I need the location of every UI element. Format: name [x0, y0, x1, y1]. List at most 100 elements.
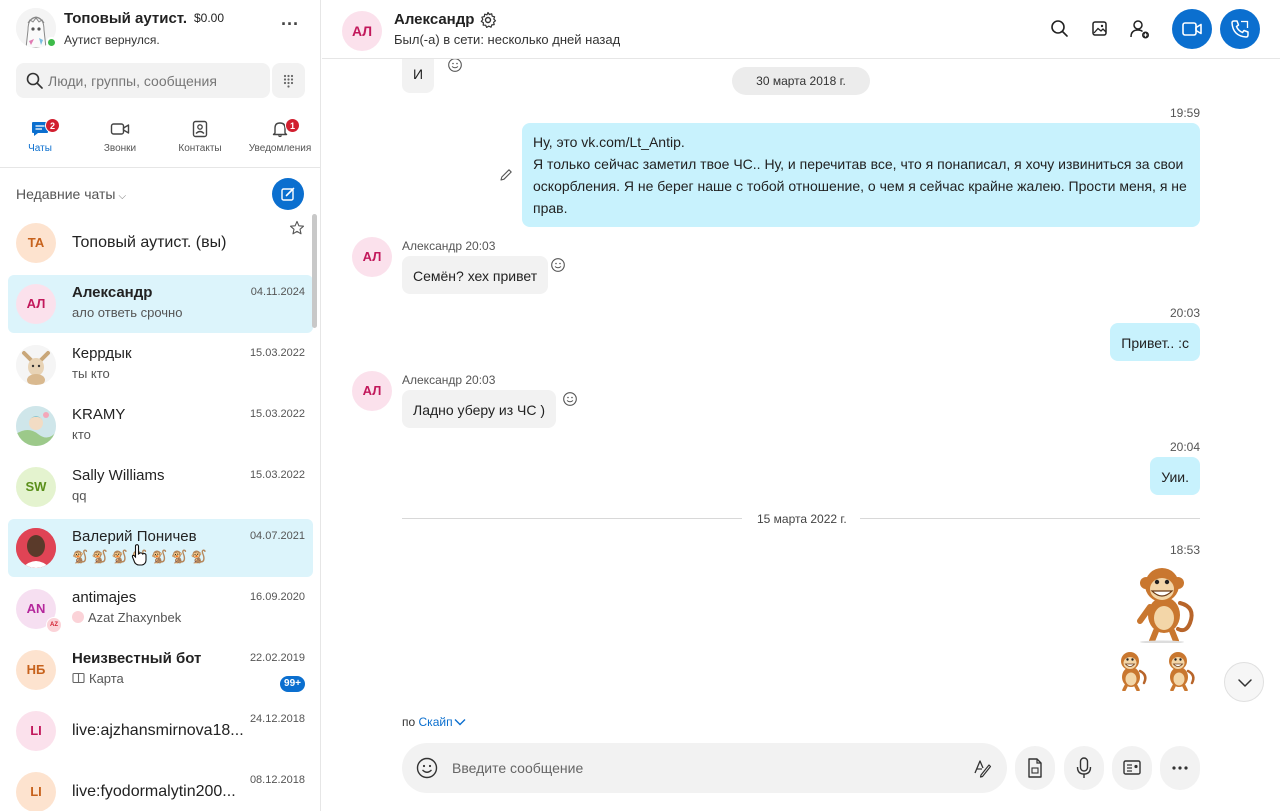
message-bubble-outgoing[interactable]: Уии.: [1150, 457, 1200, 495]
chat-name: Sally Williams: [72, 467, 165, 484]
send-contact-button[interactable]: [1112, 746, 1152, 790]
send-via-skype-label: Скайп: [418, 715, 453, 729]
message-bubble-incoming[interactable]: Ладно уберу из ЧС ): [402, 390, 556, 428]
message-bubble-incoming[interactable]: И: [402, 59, 435, 93]
skype-credit-balance[interactable]: $0.00: [194, 11, 224, 25]
chat-list-scrollbar[interactable]: [312, 214, 317, 328]
avatar: [16, 345, 56, 385]
chevron-down-icon: [1238, 679, 1252, 687]
video-call-button[interactable]: [1172, 9, 1212, 49]
chat-item-live-fyodormalytin[interactable]: LI live:fyodormalytin200... 08.12.2018: [8, 763, 313, 811]
gear-icon[interactable]: [479, 11, 497, 29]
chat-item-antimajes[interactable]: AN AZ antimajes Azat Zhaxynbek 16.09.202…: [8, 580, 313, 638]
compose-icon: [281, 187, 295, 201]
chat-date: 04.11.2024: [250, 286, 305, 298]
pencil-edit-icon[interactable]: [498, 167, 514, 183]
star-favorite-icon[interactable]: [289, 220, 305, 236]
search-box[interactable]: [16, 63, 270, 98]
message-history: И 30 марта 2018 г. 19:59 Ну, это vk.com/…: [322, 59, 1280, 709]
dialpad-button[interactable]: [272, 63, 305, 98]
chat-item-valeriy-ponichev[interactable]: Валерий Поничев 🐒 🐒 🐒 🐒 🐒 🐒 🐒 04.07.2021: [8, 519, 313, 577]
chat-item-kerrdyk[interactable]: Керрдык ты кто 15.03.2022: [8, 336, 313, 394]
chat-list: ТА Топовый аутист. (вы) АЛ Александр ало…: [0, 212, 321, 811]
chat-preview-text: Карта: [89, 671, 124, 686]
emoji-reaction-icon[interactable]: [562, 391, 578, 407]
new-chat-button[interactable]: [272, 178, 304, 210]
video-camera-icon: [110, 123, 130, 135]
chat-date: 16.09.2020: [249, 591, 305, 603]
add-people-button[interactable]: [1122, 11, 1158, 47]
dialpad-icon: [283, 74, 294, 88]
card-icon: [72, 672, 85, 684]
send-file-button[interactable]: [1015, 746, 1055, 790]
avatar: НБ: [16, 650, 56, 690]
message-time: 19:59: [1169, 106, 1200, 120]
message-sender-time: Александр 20:03: [402, 239, 496, 253]
chat-name: Валерий Поничев: [72, 528, 197, 545]
chat-name: live:fyodormalytin200...: [72, 783, 236, 800]
chat-item-sally-williams[interactable]: SW Sally Williams qq 15.03.2022: [8, 458, 313, 516]
monkey-sticker[interactable]: [1124, 563, 1200, 643]
chat-preview: кто: [72, 427, 91, 442]
monkey-sticker[interactable]: [1112, 649, 1150, 691]
recent-chats-dropdown[interactable]: Недавние чаты ⌵: [16, 186, 126, 202]
tab-contacts[interactable]: Контакты: [160, 112, 240, 160]
avatar: LI: [16, 711, 56, 751]
sender-avatar[interactable]: АЛ: [352, 237, 392, 277]
gallery-button[interactable]: [1082, 11, 1118, 47]
chat-date: 04.07.2021: [249, 530, 305, 542]
tab-chats-label: Чаты: [28, 143, 52, 154]
tab-notifications[interactable]: 1 Уведомления: [240, 112, 320, 160]
send-via-skype-dropdown[interactable]: Скайп: [419, 715, 467, 729]
chevron-down-icon: ⌵: [118, 191, 127, 202]
more-options-button[interactable]: ···: [278, 14, 302, 38]
chat-item-alexander[interactable]: АЛ Александр ало ответь срочно 04.11.202…: [8, 275, 313, 333]
chat-date: 15.03.2022: [249, 408, 305, 420]
message-time: 20:04: [1169, 440, 1200, 454]
more-actions-button[interactable]: [1160, 746, 1200, 790]
hand-cursor-icon: [131, 544, 147, 566]
tab-calls-label: Звонки: [103, 143, 137, 154]
gallery-icon: [1092, 21, 1107, 36]
message-input[interactable]: [452, 743, 962, 793]
chat-item-kramy[interactable]: KRAMY кто 15.03.2022: [8, 397, 313, 455]
profile-header[interactable]: Топовый аутист. $0.00 Аутист вернулся. ·…: [16, 8, 306, 50]
emoji-reaction-icon[interactable]: [550, 257, 566, 273]
search-input[interactable]: [48, 63, 263, 98]
format-text-icon[interactable]: [972, 758, 992, 778]
tab-calls[interactable]: Звонки: [80, 112, 160, 160]
sender-avatar[interactable]: АЛ: [352, 371, 392, 411]
avatar: SW: [16, 467, 56, 507]
voice-message-button[interactable]: [1064, 746, 1104, 790]
emoji-reaction-icon[interactable]: [447, 59, 463, 73]
contact-avatar[interactable]: АЛ: [342, 11, 382, 51]
scroll-to-bottom-button[interactable]: [1224, 662, 1264, 702]
contact-name[interactable]: Александр: [394, 11, 474, 28]
chat-item-live-ajzhansmirnova[interactable]: LI live:ajzhansmirnova18... 24.12.2018: [8, 702, 313, 760]
message-bubble-outgoing[interactable]: Привет.. :c: [1110, 323, 1200, 361]
chat-item-unknown-bot[interactable]: НБ Неизвестный бот Карта 22.02.2019 99+: [8, 641, 313, 699]
chat-item-self[interactable]: ТА Топовый аутист. (вы): [8, 214, 313, 272]
sidebar: Топовый аутист. $0.00 Аутист вернулся. ·…: [0, 0, 321, 811]
profile-mood-status[interactable]: Аутист вернулся.: [64, 33, 160, 47]
video-camera-icon: [1182, 22, 1202, 36]
send-via-prefix: по: [402, 715, 416, 729]
chat-preview-text: Azat Zhaxynbek: [88, 610, 182, 625]
chat-date: 08.12.2018: [249, 774, 305, 786]
chat-date: 22.02.2019: [249, 652, 305, 664]
chat-name: Неизвестный бот: [72, 650, 202, 667]
participant-avatar: AZ: [46, 617, 62, 633]
monkey-sticker[interactable]: [1160, 649, 1198, 691]
participant-mini-avatar-icon: [72, 611, 84, 623]
message-composer: [402, 743, 1007, 793]
message-bubble-outgoing[interactable]: Ну, это vk.com/Lt_Antip. Я только сейчас…: [522, 123, 1200, 227]
tab-chats[interactable]: 2 Чаты: [0, 112, 80, 160]
message-bubble-incoming[interactable]: Семён? хех привет: [402, 256, 549, 294]
search-in-chat-button[interactable]: [1042, 11, 1078, 47]
conversation-header: АЛ Александр Был(-а) в сети: несколько д…: [322, 0, 1280, 59]
contact-last-seen: Был(-а) в сети: несколько дней назад: [394, 32, 621, 47]
emoji-picker-icon[interactable]: [416, 757, 438, 779]
audio-call-button[interactable]: [1220, 9, 1260, 49]
contact-card-icon: [1123, 760, 1141, 775]
message-time: 20:03: [1169, 306, 1200, 320]
